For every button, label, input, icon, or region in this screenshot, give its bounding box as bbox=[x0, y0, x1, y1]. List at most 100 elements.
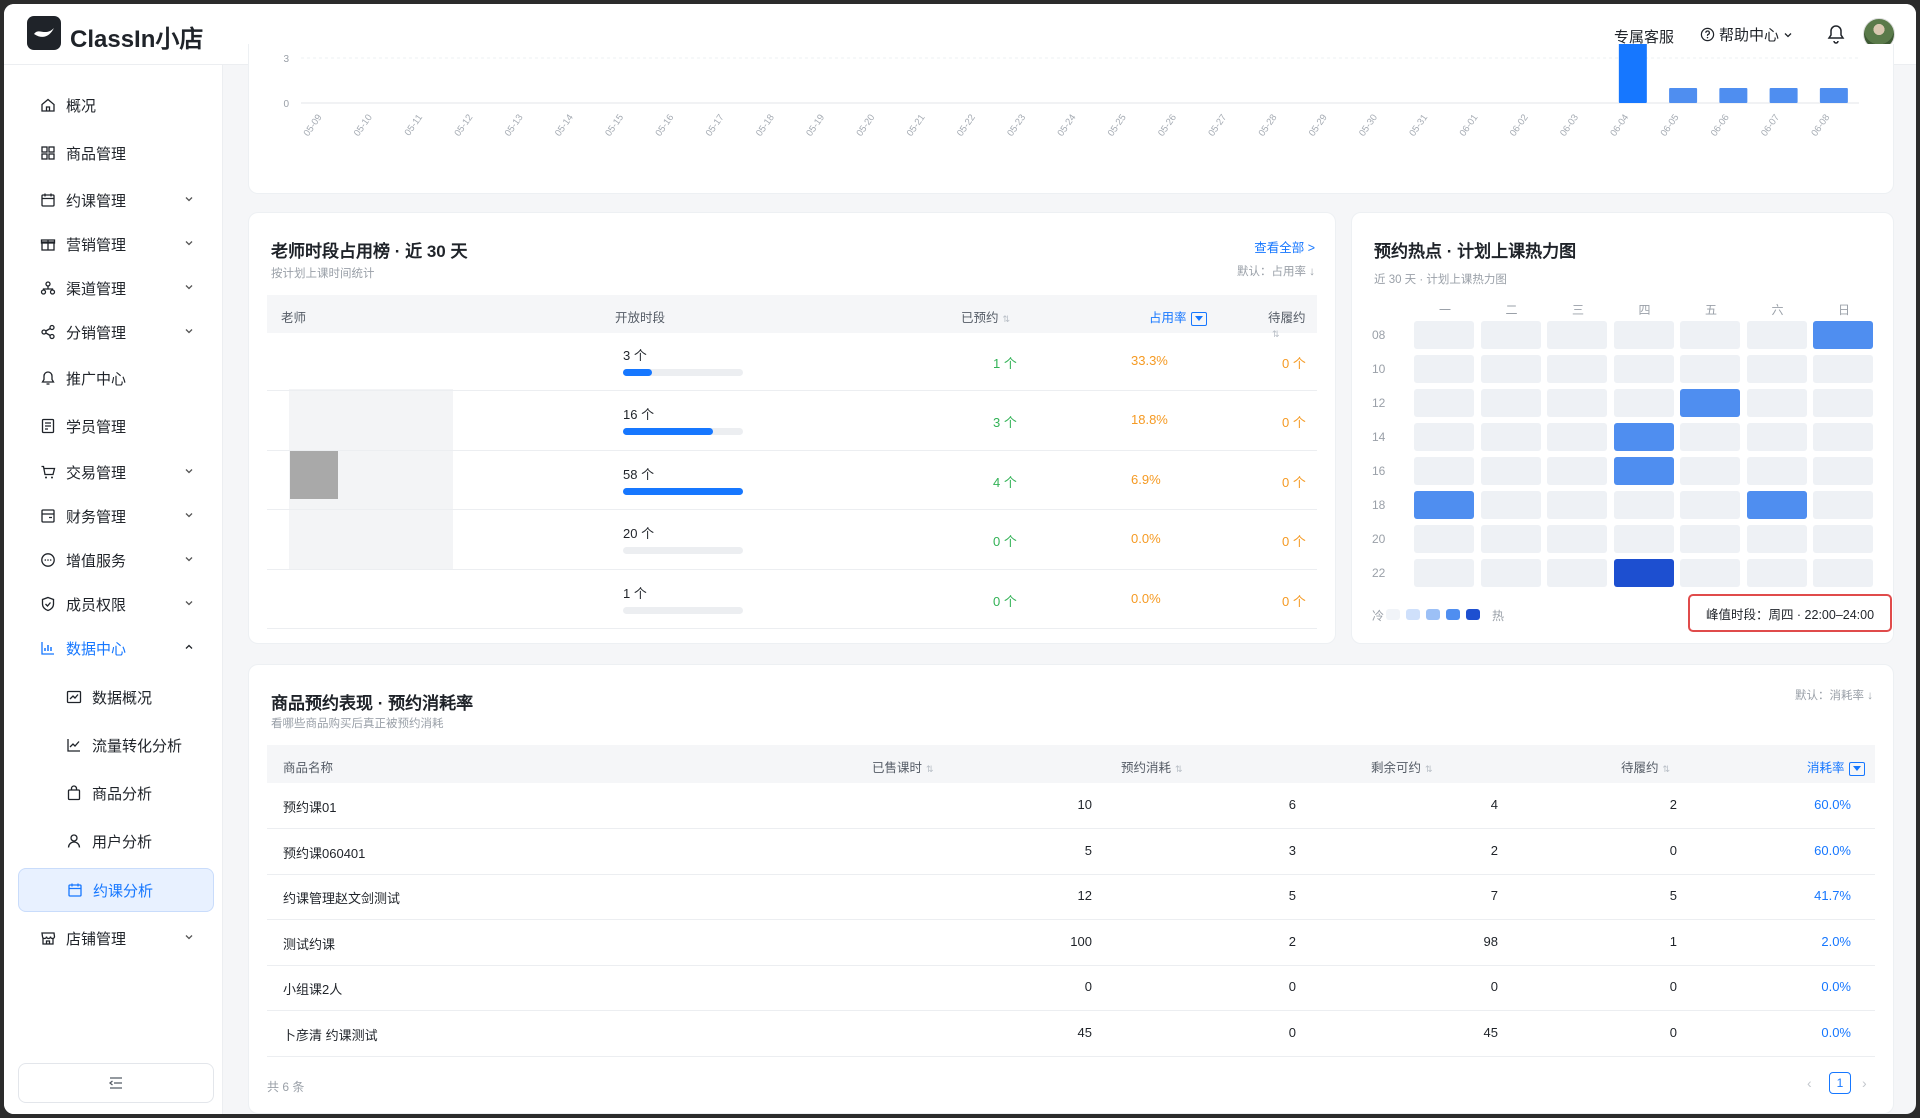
col-occupancy-rate[interactable]: 占用率 bbox=[1149, 307, 1207, 326]
x-tick-label: 05-22 bbox=[955, 112, 978, 138]
sidebar-item-finance[interactable]: 财务管理 bbox=[18, 496, 214, 536]
col-pending[interactable]: 待履约⇅ bbox=[1268, 307, 1317, 340]
heatmap-cell[interactable] bbox=[1746, 389, 1807, 417]
heatmap-cell[interactable] bbox=[1414, 321, 1474, 349]
chevron-down-icon bbox=[185, 513, 193, 518]
heatmap-cell[interactable] bbox=[1746, 355, 1807, 383]
sidebar-item-students[interactable]: 学员管理 bbox=[18, 406, 214, 446]
heatmap-cell[interactable] bbox=[1547, 525, 1607, 553]
heatmap-cell[interactable] bbox=[1480, 525, 1541, 553]
heatmap-cell[interactable] bbox=[1680, 491, 1740, 519]
col-booked[interactable]: 已预约 ⇅ bbox=[961, 307, 1010, 326]
collapse-sidebar-button[interactable] bbox=[18, 1063, 214, 1103]
col-consumption-rate[interactable]: 消耗率 bbox=[1807, 757, 1865, 776]
col-remaining[interactable]: 剩余可约 ⇅ bbox=[1371, 757, 1433, 776]
sidebar-item-user-analysis[interactable]: 用户分析 bbox=[18, 821, 214, 861]
heatmap-cell[interactable] bbox=[1746, 321, 1807, 349]
heatmap-cell[interactable] bbox=[1613, 457, 1674, 485]
heatmap-cell[interactable] bbox=[1613, 389, 1674, 417]
sidebar-item-transactions[interactable]: 交易管理 bbox=[18, 452, 214, 492]
sidebar-item-value-added[interactable]: 增值服务 bbox=[18, 540, 214, 580]
heatmap-cell[interactable] bbox=[1547, 457, 1607, 485]
heatmap-cell[interactable] bbox=[1746, 559, 1807, 587]
bar bbox=[1769, 88, 1798, 103]
heatmap-cell[interactable] bbox=[1813, 321, 1873, 349]
heatmap-cell[interactable] bbox=[1414, 423, 1474, 451]
sidebar-item-product-analysis[interactable]: 商品分析 bbox=[18, 773, 214, 813]
heatmap-cell[interactable] bbox=[1480, 423, 1541, 451]
heatmap-cell[interactable] bbox=[1680, 321, 1740, 349]
help-center-menu[interactable]: 帮助中心 bbox=[1700, 24, 1793, 45]
x-tick-label: 05-14 bbox=[553, 112, 576, 138]
daily-bookings-chart-card: 3 0 05-09 05-10 05-11 05-12 05-13 05-14 05-15 05-… bbox=[248, 44, 1894, 194]
sidebar-item-data-center[interactable]: 数据中心 bbox=[18, 628, 214, 668]
heatmap-cell[interactable] bbox=[1680, 423, 1740, 451]
heatmap-cell[interactable] bbox=[1414, 559, 1474, 587]
heatmap-cell[interactable] bbox=[1480, 389, 1541, 417]
sidebar-item-booking[interactable]: 约课管理 bbox=[18, 180, 214, 220]
sidebar-item-marketing[interactable]: 营销管理 bbox=[18, 224, 214, 264]
heatmap-cell[interactable] bbox=[1414, 525, 1474, 553]
prev-page-icon[interactable]: ‹ bbox=[1807, 1075, 1812, 1091]
sidebar-item-products[interactable]: 商品管理 bbox=[18, 133, 214, 173]
heatmap-cell[interactable] bbox=[1680, 457, 1740, 485]
sidebar-item-permissions[interactable]: 成员权限 bbox=[18, 584, 214, 624]
heatmap-cell[interactable] bbox=[1746, 491, 1807, 519]
heatmap-cell[interactable] bbox=[1613, 423, 1674, 451]
sidebar-item-store[interactable]: 店铺管理 bbox=[18, 918, 214, 958]
heatmap-cell[interactable] bbox=[1414, 389, 1474, 417]
heatmap-cell[interactable] bbox=[1480, 355, 1541, 383]
heatmap-cell[interactable] bbox=[1480, 321, 1541, 349]
heatmap-cell[interactable] bbox=[1613, 321, 1674, 349]
sidebar-item-traffic-conversion[interactable]: 流量转化分析 bbox=[18, 725, 214, 765]
heatmap-cell[interactable] bbox=[1813, 389, 1873, 417]
heatmap-cell[interactable] bbox=[1480, 491, 1541, 519]
heatmap-cell[interactable] bbox=[1547, 355, 1607, 383]
sidebar-item-distribution[interactable]: 分销管理 bbox=[18, 312, 214, 352]
heatmap-cell[interactable] bbox=[1547, 389, 1607, 417]
view-all-link[interactable]: 查看全部 > bbox=[1254, 237, 1315, 256]
heatmap-cell[interactable] bbox=[1813, 525, 1873, 553]
legend-swatch bbox=[1426, 609, 1440, 620]
heatmap-cell[interactable] bbox=[1813, 423, 1873, 451]
heatmap-cell[interactable] bbox=[1613, 559, 1674, 587]
heatmap-cell[interactable] bbox=[1813, 355, 1873, 383]
heatmap-cell[interactable] bbox=[1680, 559, 1740, 587]
x-tick-label: 05-12 bbox=[452, 112, 475, 138]
heatmap-cell[interactable] bbox=[1746, 457, 1807, 485]
heatmap-cell[interactable] bbox=[1680, 525, 1740, 553]
pending-value: 0 个 bbox=[1282, 415, 1306, 430]
cell-name: 测试约课 bbox=[283, 936, 336, 952]
heatmap-cell[interactable] bbox=[1414, 491, 1474, 519]
heatmap-cell[interactable] bbox=[1547, 423, 1607, 451]
sidebar-item-data-overview[interactable]: 数据概况 bbox=[18, 677, 214, 717]
heatmap-cell[interactable] bbox=[1547, 491, 1607, 519]
sidebar-item-channels[interactable]: 渠道管理 bbox=[18, 268, 214, 308]
heatmap-cell[interactable] bbox=[1680, 355, 1740, 383]
heatmap-cell[interactable] bbox=[1414, 457, 1474, 485]
sidebar-item-overview[interactable]: 概况 bbox=[18, 85, 214, 125]
heatmap-cell[interactable] bbox=[1613, 355, 1674, 383]
next-page-icon[interactable]: › bbox=[1862, 1075, 1867, 1091]
page-number-button[interactable]: 1 bbox=[1829, 1072, 1851, 1094]
heatmap-cell[interactable] bbox=[1813, 559, 1873, 587]
heatmap-cell[interactable] bbox=[1613, 525, 1674, 553]
heatmap-cell[interactable] bbox=[1746, 525, 1807, 553]
card-subtitle: 按计划上课时间统计 bbox=[271, 268, 375, 280]
col-consumed[interactable]: 预约消耗 ⇅ bbox=[1121, 757, 1183, 776]
heatmap-cell[interactable] bbox=[1813, 491, 1873, 519]
heatmap-cell[interactable] bbox=[1480, 457, 1541, 485]
heatmap-cell[interactable] bbox=[1547, 559, 1607, 587]
sidebar-item-booking-analysis[interactable]: 约课分析 bbox=[18, 868, 214, 912]
heatmap-cell[interactable] bbox=[1414, 355, 1474, 383]
heatmap-cell[interactable] bbox=[1613, 491, 1674, 519]
heatmap-cell[interactable] bbox=[1746, 423, 1807, 451]
heatmap-cell[interactable] bbox=[1547, 321, 1607, 349]
heatmap-cell[interactable] bbox=[1813, 457, 1873, 485]
heatmap-cell[interactable] bbox=[1480, 559, 1541, 587]
sidebar-item-promotion[interactable]: 推广中心 bbox=[18, 358, 214, 398]
col-sold-hours[interactable]: 已售课时 ⇅ bbox=[872, 757, 934, 776]
open-slots-value: 20 个 bbox=[623, 526, 655, 541]
heatmap-cell[interactable] bbox=[1680, 389, 1740, 417]
col-pending[interactable]: 待履约⇅ bbox=[1621, 757, 1670, 776]
